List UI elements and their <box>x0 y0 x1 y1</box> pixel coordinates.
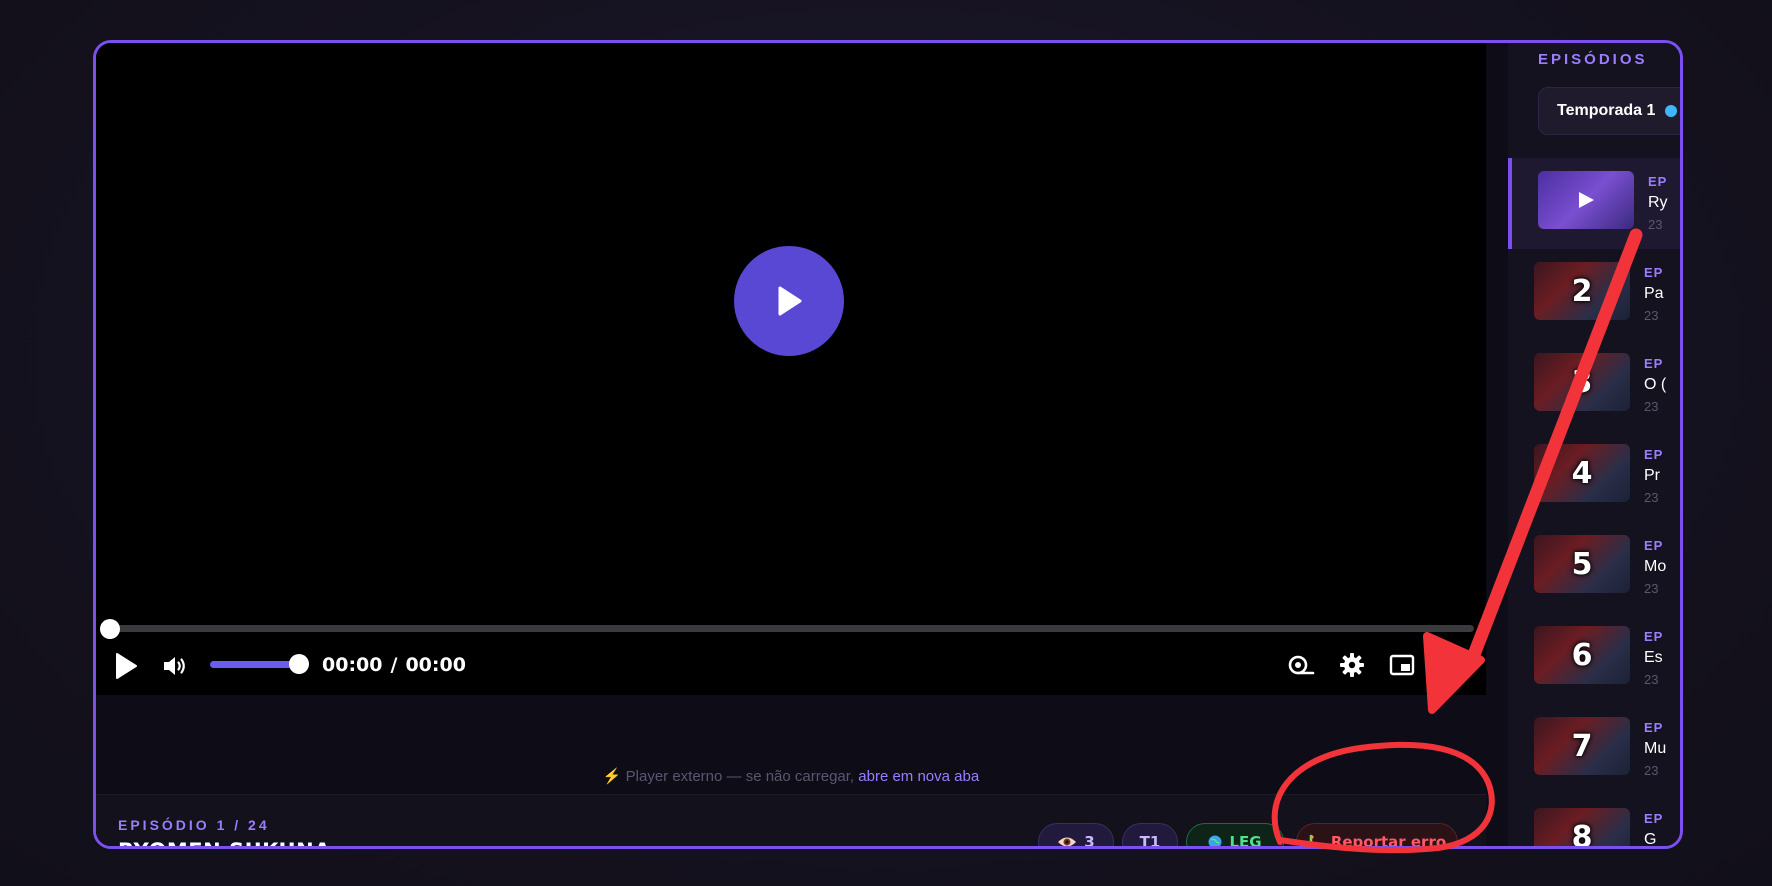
season-select[interactable]: Temporada 1 <box>1538 87 1680 135</box>
time-current: 00:00 <box>322 654 383 676</box>
views-count: 3 <box>1084 833 1095 849</box>
episode-duration: 23 <box>1648 217 1663 232</box>
app-window: 00:00 / 00:00 ⚡ Player externo — se não ca… <box>93 40 1683 849</box>
language-badge: LEG <box>1186 823 1284 849</box>
video-player[interactable]: 00:00 / 00:00 <box>96 43 1486 695</box>
episodes-heading: EPISÓDIOS <box>1538 51 1648 68</box>
season-select-label: Temporada 1 <box>1557 102 1656 119</box>
time-separator: / <box>390 654 398 676</box>
episode-thumbnail: 5 <box>1534 535 1630 593</box>
episode-title: O ( <box>1644 376 1667 393</box>
episode-item-8[interactable]: 8 EP G 23 <box>1508 795 1680 849</box>
time-total: 00:00 <box>405 654 466 676</box>
episode-thumbnail-number: 7 <box>1571 728 1593 764</box>
episodes-sidebar: EPISÓDIOS Temporada 1 EP Ry 23 2 EP Pa 2… <box>1508 43 1680 846</box>
open-new-tab-link[interactable]: abre em nova aba <box>858 768 979 785</box>
episode-item-5[interactable]: 5 EP Mo 23 <box>1508 522 1680 613</box>
episode-label: EP <box>1644 629 1664 644</box>
season-indicator-dot <box>1665 105 1678 117</box>
globe-icon <box>1208 835 1222 846</box>
report-error-label: Reportar erro <box>1330 833 1447 849</box>
progress-bar[interactable] <box>110 625 1474 632</box>
episode-thumbnail-number: 6 <box>1571 637 1593 673</box>
picture-in-picture-button[interactable] <box>1386 650 1418 680</box>
time-display: 00:00 / 00:00 <box>322 650 466 680</box>
eye-icon <box>1058 837 1077 846</box>
episode-title: Pr <box>1644 467 1660 484</box>
episode-label: EP <box>1644 811 1664 826</box>
progress-handle[interactable] <box>100 619 120 639</box>
episode-title: Mo <box>1644 558 1667 575</box>
episode-thumbnail: 7 <box>1534 717 1630 775</box>
episode-thumbnail-number: 2 <box>1571 273 1593 309</box>
episode-thumbnail: 3 <box>1534 353 1630 411</box>
episode-thumbnail: 4 <box>1534 444 1630 502</box>
episode-title: Es <box>1644 649 1663 666</box>
episode-item-3[interactable]: 3 EP O ( 23 <box>1508 340 1680 431</box>
episode-thumbnail-number: 8 <box>1571 819 1593 849</box>
play-icon <box>116 653 137 679</box>
episode-title: Ry <box>1648 194 1668 211</box>
episode-label: EP <box>1644 538 1664 553</box>
episode-thumbnail: 6 <box>1534 626 1630 684</box>
episode-item-2[interactable]: 2 EP Pa 23 <box>1508 249 1680 340</box>
language-label: LEG <box>1229 833 1262 849</box>
episode-duration: 23 <box>1644 308 1659 323</box>
episode-duration: 23 <box>1644 399 1659 414</box>
volume-handle[interactable] <box>289 654 309 674</box>
episode-thumbnail <box>1538 171 1634 229</box>
report-error-button[interactable]: Reportar erro <box>1296 823 1458 849</box>
bug-icon <box>1309 834 1314 846</box>
episode-thumbnail-number: 5 <box>1571 546 1593 582</box>
play-icon <box>778 286 802 316</box>
episode-thumbnail: 8 <box>1534 808 1630 849</box>
episode-item-1[interactable]: EP Ry 23 <box>1508 158 1680 249</box>
episode-title: G <box>1644 831 1657 848</box>
season-badge: T1 <box>1122 823 1178 849</box>
episode-thumbnail-number: 3 <box>1571 364 1593 400</box>
speed-icon <box>1288 655 1315 675</box>
episode-label: EP <box>1644 356 1664 371</box>
volume-button[interactable] <box>160 651 190 681</box>
player-area: 00:00 / 00:00 ⚡ Player externo — se não ca… <box>96 43 1486 846</box>
episode-title: Mu <box>1644 740 1667 757</box>
episode-title: RYOMEN SUKUNA <box>118 839 331 846</box>
episode-thumbnail-number: 4 <box>1571 455 1593 491</box>
views-badge: 3 <box>1038 823 1114 849</box>
play-button[interactable] <box>108 649 144 683</box>
playback-speed-button[interactable] <box>1286 650 1316 680</box>
episode-label: EP <box>1644 720 1664 735</box>
episode-counter: EPISÓDIO 1 / 24 <box>118 817 270 833</box>
episode-duration: 23 <box>1644 490 1659 505</box>
external-note-text: ⚡ Player externo — se não carregar, <box>602 768 855 785</box>
episode-thumbnail: 2 <box>1534 262 1630 320</box>
episode-item-6[interactable]: 6 EP Es 23 <box>1508 613 1680 704</box>
volume-slider[interactable] <box>210 661 300 668</box>
episode-label: EP <box>1644 265 1664 280</box>
episode-label: EP <box>1648 174 1668 189</box>
episode-item-4[interactable]: 4 EP Pr 23 <box>1508 431 1680 522</box>
pip-icon <box>1389 654 1415 676</box>
episode-item-7[interactable]: 7 EP Mu 23 <box>1508 704 1680 795</box>
episode-duration: 23 <box>1644 763 1659 778</box>
volume-icon <box>164 657 185 675</box>
play-icon <box>1579 192 1594 208</box>
episode-duration: 23 <box>1644 581 1659 596</box>
external-player-note: ⚡ Player externo — se não carregar, abre… <box>96 767 1486 785</box>
settings-button[interactable] <box>1336 649 1368 681</box>
episode-title: Pa <box>1644 285 1664 302</box>
big-play-button[interactable] <box>734 246 844 356</box>
gear-icon <box>1340 653 1364 677</box>
episode-label: EP <box>1644 447 1664 462</box>
season-badge-label: T1 <box>1139 833 1161 849</box>
episode-duration: 23 <box>1644 672 1659 687</box>
